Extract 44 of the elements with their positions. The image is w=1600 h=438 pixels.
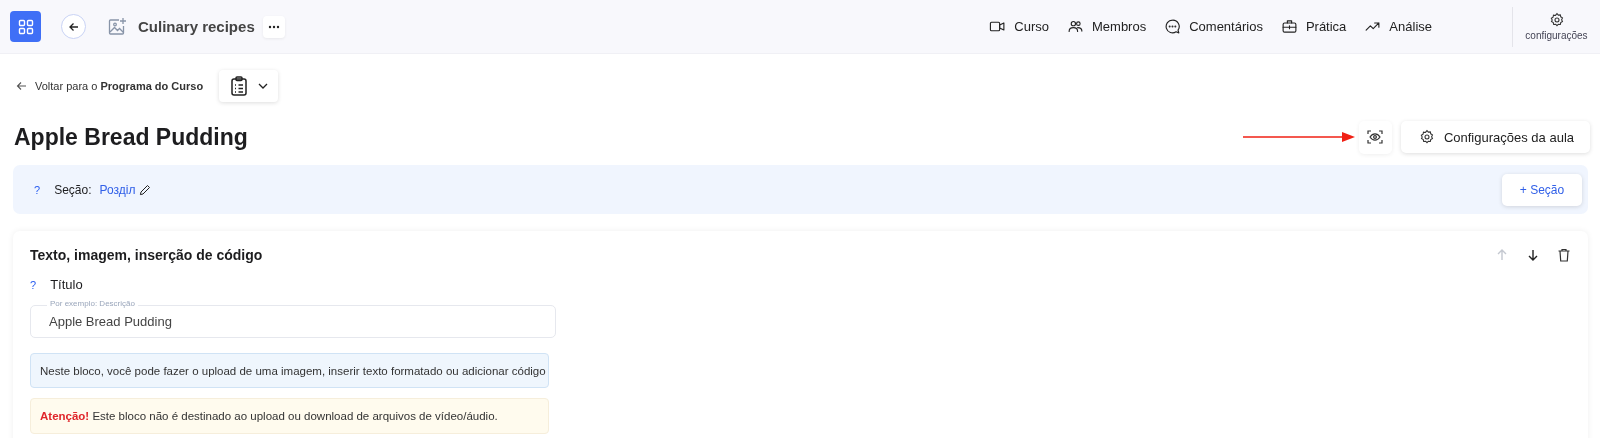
info-message: Neste bloco, você pode fazer o upload de uma imagem, inserir texto formatado ou adicionar código — [30, 353, 549, 388]
arrow-up-icon — [1495, 248, 1509, 262]
section-name-link[interactable]: Розділ — [99, 182, 136, 197]
warning-message: Atenção! Este bloco não é destinado ao upload ou download de arquivos de vídeo/áudio. — [30, 398, 549, 434]
delete-button[interactable] — [1557, 248, 1571, 262]
chevron-down-icon — [257, 83, 268, 89]
course-title: Culinary recipes — [138, 18, 255, 35]
settings-icon — [1548, 12, 1565, 28]
field-floating-label: Por exemplo: Descrição — [47, 299, 138, 308]
grid-icon — [17, 18, 34, 35]
settings-button[interactable]: configurações — [1512, 6, 1600, 47]
back-button[interactable] — [61, 14, 86, 39]
back-arrow-icon — [16, 81, 27, 91]
section-label: Seção: — [54, 182, 92, 197]
trash-icon — [1557, 248, 1571, 262]
add-image-icon[interactable] — [107, 16, 127, 37]
nav-tab[interactable]: Membros — [1067, 18, 1147, 35]
lesson-settings-button[interactable]: Configurações da aula — [1400, 121, 1590, 153]
briefcase-icon — [1280, 18, 1298, 35]
clipboard-list-icon — [229, 76, 248, 96]
nav-tab[interactable]: Prática — [1280, 18, 1347, 35]
add-section-button[interactable]: + Seção — [1502, 173, 1582, 206]
more-icon — [267, 24, 280, 29]
back-arrow-icon — [67, 20, 80, 33]
nav-tab[interactable]: Análise — [1364, 18, 1432, 35]
preview-button[interactable] — [1358, 120, 1392, 154]
block-title: Texto, imagem, inserção de código — [30, 247, 263, 263]
more-button[interactable] — [262, 15, 285, 38]
nav-tab[interactable]: Comentários — [1164, 18, 1263, 35]
field-label: Título — [50, 277, 83, 292]
lesson-type-dropdown[interactable] — [219, 70, 279, 102]
apps-button[interactable] — [10, 11, 41, 42]
lesson-title: Apple Bread Pudding — [14, 123, 248, 151]
help-icon[interactable]: ? — [34, 183, 41, 196]
move-down-button[interactable] — [1526, 248, 1540, 262]
pencil-icon[interactable] — [139, 183, 152, 196]
people-icon — [1067, 18, 1084, 35]
nav-tab[interactable]: Curso — [989, 18, 1049, 35]
settings-icon — [1418, 129, 1435, 145]
eye-icon — [1367, 130, 1384, 144]
help-icon[interactable]: ? — [30, 278, 37, 291]
chat-bubble-icon — [1164, 18, 1182, 35]
back-link[interactable]: Voltar para o Programa do Curso — [16, 80, 204, 92]
arrow-down-icon — [1526, 248, 1540, 262]
